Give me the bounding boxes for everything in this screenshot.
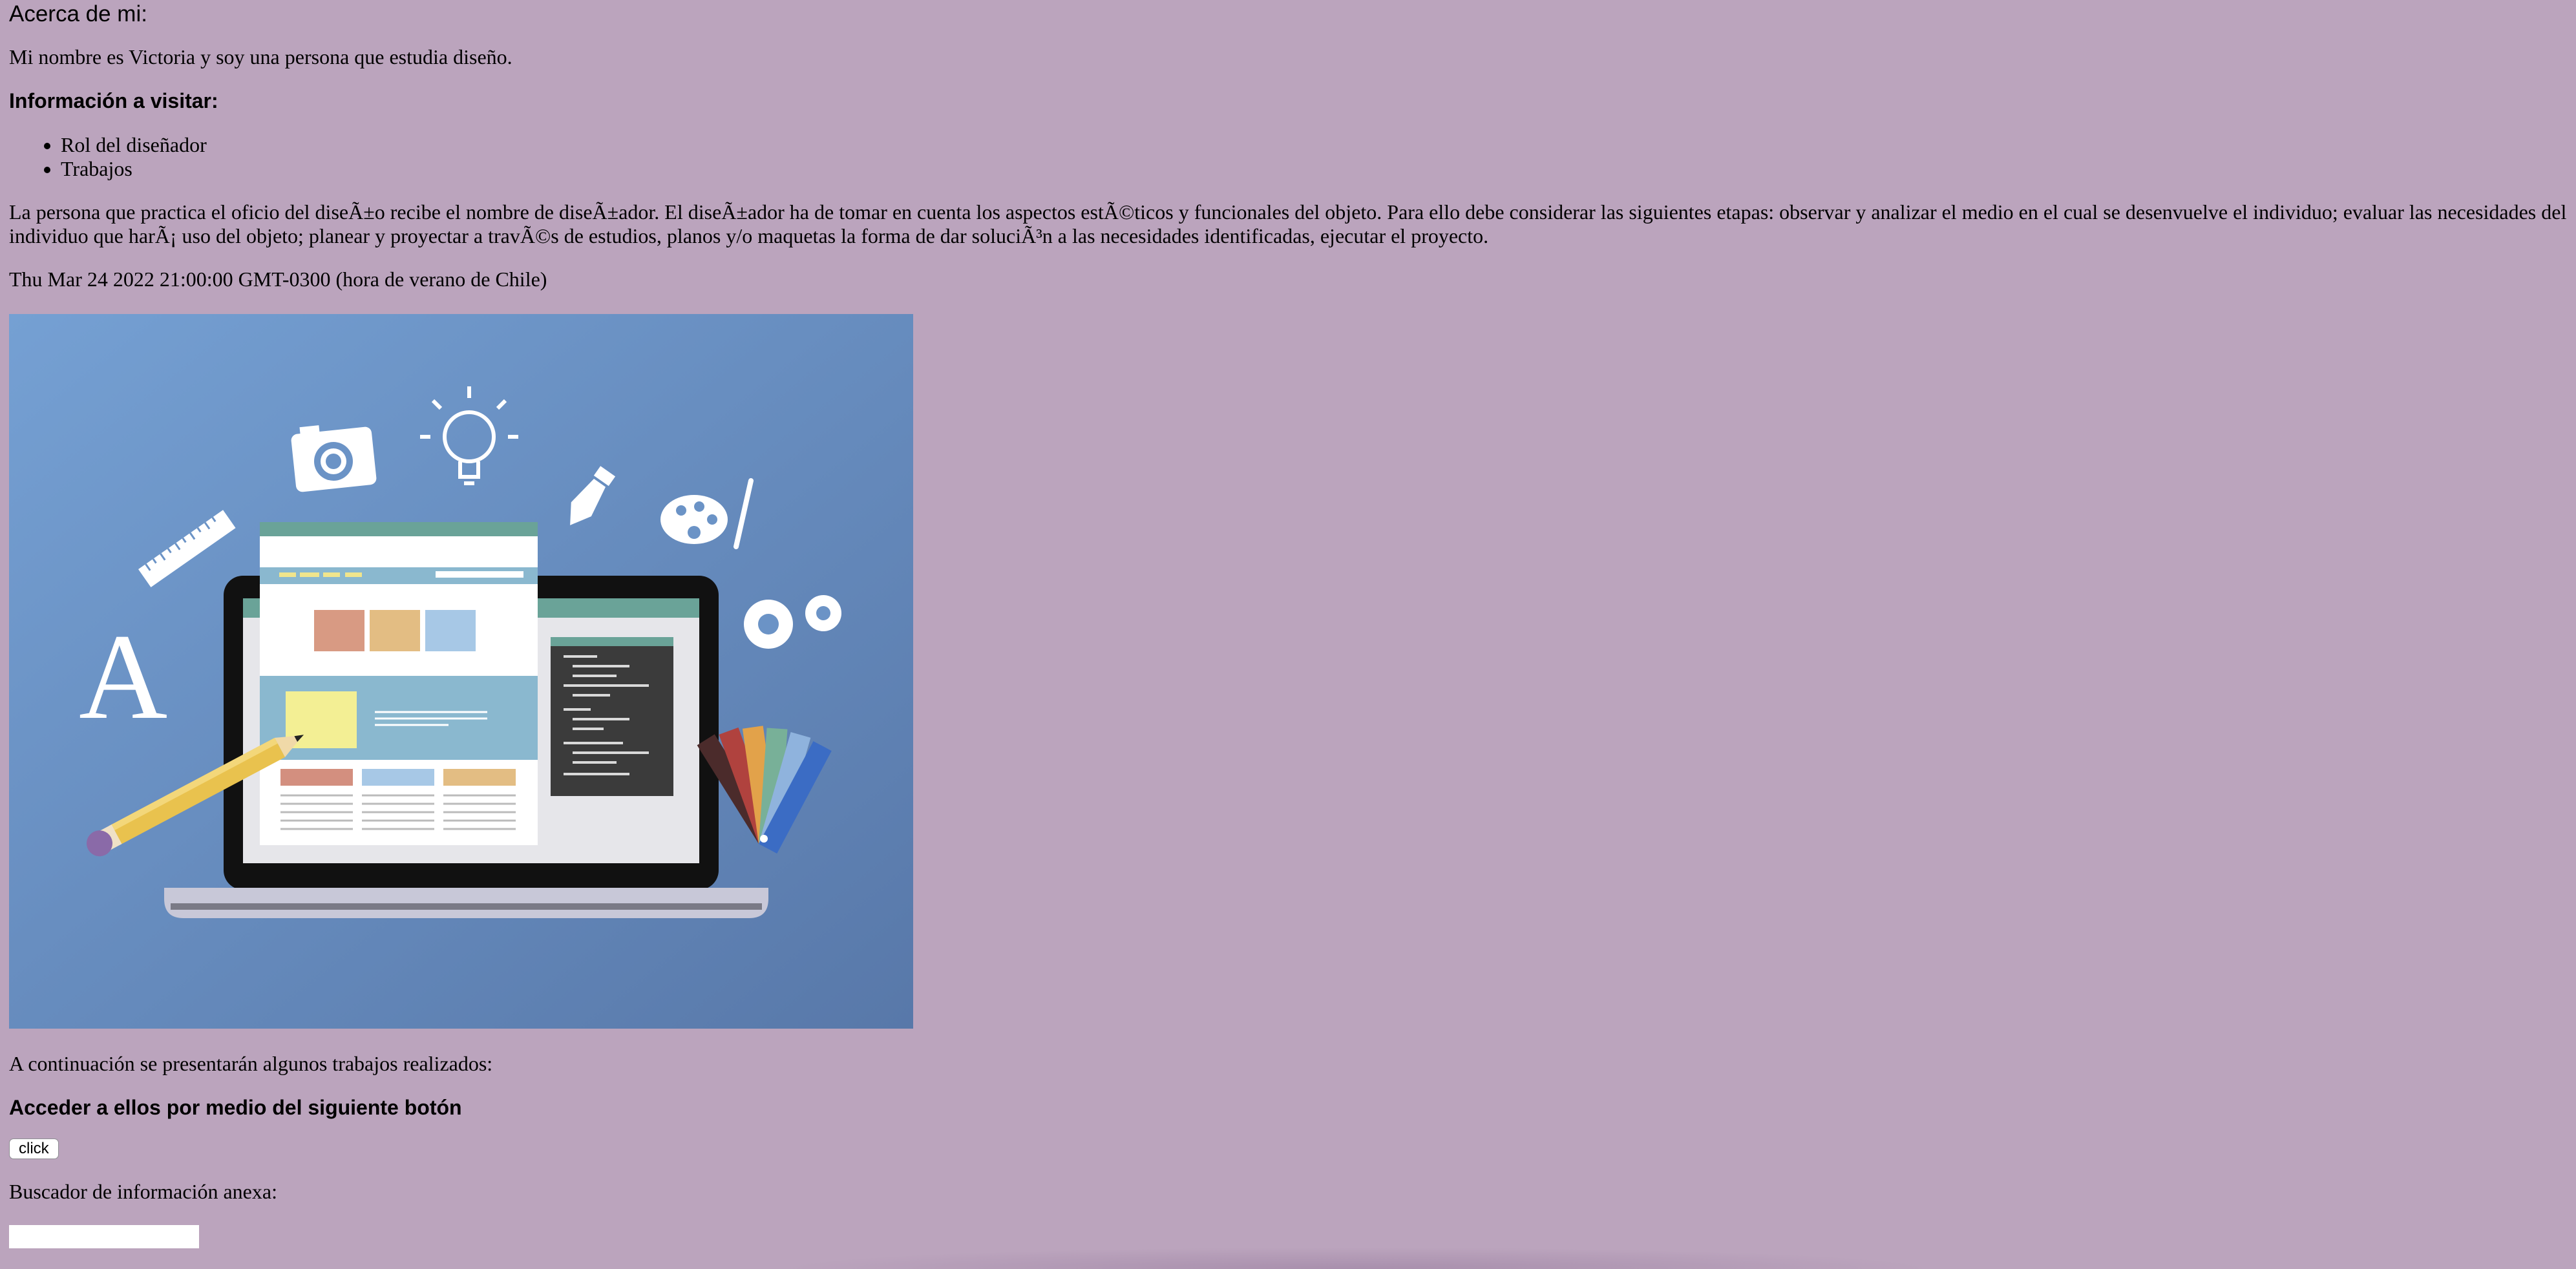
list-item: Rol del diseñador <box>61 133 207 157</box>
search-input[interactable] <box>9 1225 199 1248</box>
letter-a-graphic: A <box>79 609 167 745</box>
list-item: Trabajos <box>61 157 207 181</box>
works-intro-text: A continuación se presentarán algunos tr… <box>9 1052 493 1075</box>
design-illustration-image: A <box>9 314 913 1029</box>
code-window-graphic <box>551 637 673 796</box>
window-bottom-shadow <box>776 1247 1939 1269</box>
info-heading: Información a visitar: <box>9 89 218 112</box>
date-text: Thu Mar 24 2022 21:00:00 GMT-0300 (hora … <box>9 267 547 291</box>
about-title: Acerca de mi: <box>9 1 147 26</box>
search-label: Buscador de información anexa: <box>9 1180 277 1203</box>
website-mockup-graphic <box>260 522 538 845</box>
access-heading: Acceder a ellos por medio del siguiente … <box>9 1096 462 1119</box>
camera-icon <box>291 425 377 492</box>
designer-role-paragraph: La persona que practica el oficio del di… <box>9 200 2567 247</box>
intro-text: Mi nombre es Victoria y soy una persona … <box>9 45 512 68</box>
info-list: Rol del diseñador Trabajos <box>9 133 207 181</box>
click-button[interactable]: click <box>9 1138 59 1159</box>
